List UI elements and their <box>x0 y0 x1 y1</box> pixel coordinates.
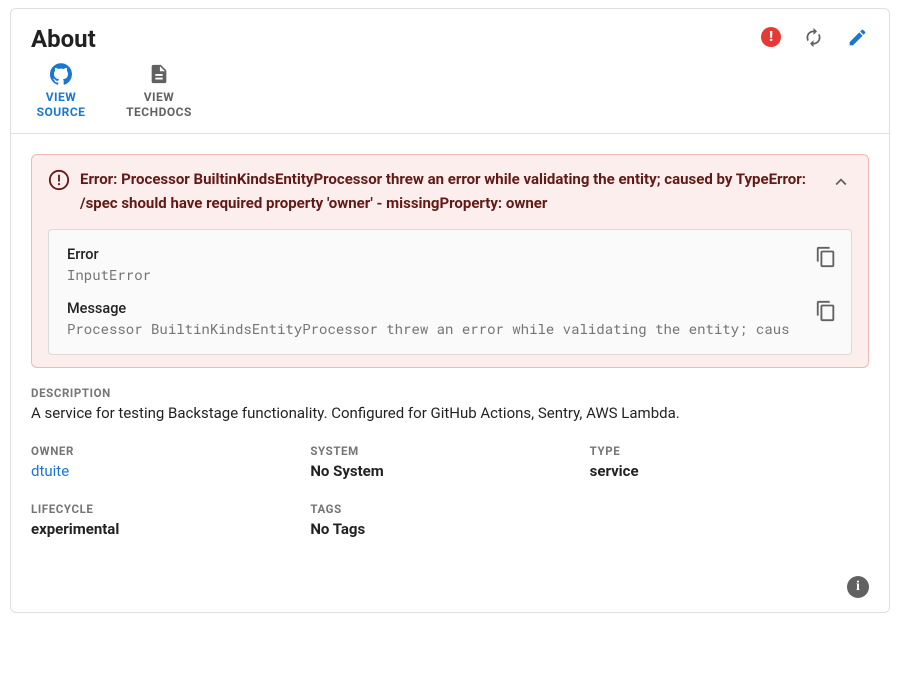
error-message-label: Message <box>67 300 833 317</box>
meta-grid: OWNER dtuite SYSTEM No System TYPE servi… <box>31 444 869 538</box>
system-label: SYSTEM <box>310 444 589 458</box>
error-name-label: Error <box>67 246 833 263</box>
chevron-up-icon <box>830 171 852 193</box>
error-name-value: InputError <box>67 265 833 284</box>
copy-icon <box>815 300 837 322</box>
card-header: About ! <box>11 9 889 62</box>
card-title: About <box>31 25 96 54</box>
type-value: service <box>590 462 869 480</box>
error-status-icon[interactable]: ! <box>761 27 781 47</box>
alert-collapse-button[interactable] <box>830 171 852 193</box>
error-name-row: Error InputError <box>67 246 833 284</box>
alert-title: Error: Processor BuiltinKindsEntityProce… <box>80 167 820 215</box>
refresh-button[interactable] <box>801 25 825 49</box>
alert-details: Error InputError Message Processor Built… <box>48 229 852 355</box>
type-section: TYPE service <box>590 444 869 480</box>
copy-error-button[interactable] <box>815 246 837 272</box>
type-label: TYPE <box>590 444 869 458</box>
description-value: A service for testing Backstage function… <box>31 404 869 422</box>
about-card: About ! VIEW SOURCE VIEW TECHDOCS <box>10 8 890 613</box>
info-icon: i <box>856 579 860 595</box>
tags-value: No Tags <box>310 520 589 538</box>
view-source-label: VIEW SOURCE <box>31 90 91 121</box>
info-button[interactable]: i <box>847 576 869 598</box>
error-alert: Error: Processor BuiltinKindsEntityProce… <box>31 154 869 368</box>
header-actions: ! <box>761 25 869 49</box>
github-icon <box>49 62 73 86</box>
footer-space <box>11 558 889 612</box>
pencil-icon <box>847 27 868 48</box>
alert-header: Error: Processor BuiltinKindsEntityProce… <box>48 167 852 215</box>
refresh-icon <box>803 27 824 48</box>
system-section: SYSTEM No System <box>310 444 589 480</box>
tags-section: TAGS No Tags <box>310 502 589 538</box>
lifecycle-label: LIFECYCLE <box>31 502 310 516</box>
lifecycle-section: LIFECYCLE experimental <box>31 502 310 538</box>
error-outline-icon <box>48 169 70 195</box>
card-content: Error: Processor BuiltinKindsEntityProce… <box>11 134 889 558</box>
lifecycle-value: experimental <box>31 520 310 538</box>
error-message-row: Message Processor BuiltinKindsEntityProc… <box>67 300 833 338</box>
description-section: DESCRIPTION A service for testing Backst… <box>31 386 869 422</box>
view-techdocs-label: VIEW TECHDOCS <box>119 90 199 121</box>
view-source-button[interactable]: VIEW SOURCE <box>31 62 91 121</box>
owner-label: OWNER <box>31 444 310 458</box>
error-message-value: Processor BuiltinKindsEntityProcessor th… <box>67 319 833 338</box>
toolbar: VIEW SOURCE VIEW TECHDOCS <box>11 62 889 134</box>
edit-button[interactable] <box>845 25 869 49</box>
document-icon <box>147 62 171 86</box>
copy-message-button[interactable] <box>815 300 837 326</box>
copy-icon <box>815 246 837 268</box>
tags-label: TAGS <box>310 502 589 516</box>
owner-section: OWNER dtuite <box>31 444 310 480</box>
view-techdocs-button[interactable]: VIEW TECHDOCS <box>119 62 199 121</box>
owner-link[interactable]: dtuite <box>31 462 310 480</box>
description-label: DESCRIPTION <box>31 386 869 400</box>
system-value: No System <box>310 462 589 480</box>
